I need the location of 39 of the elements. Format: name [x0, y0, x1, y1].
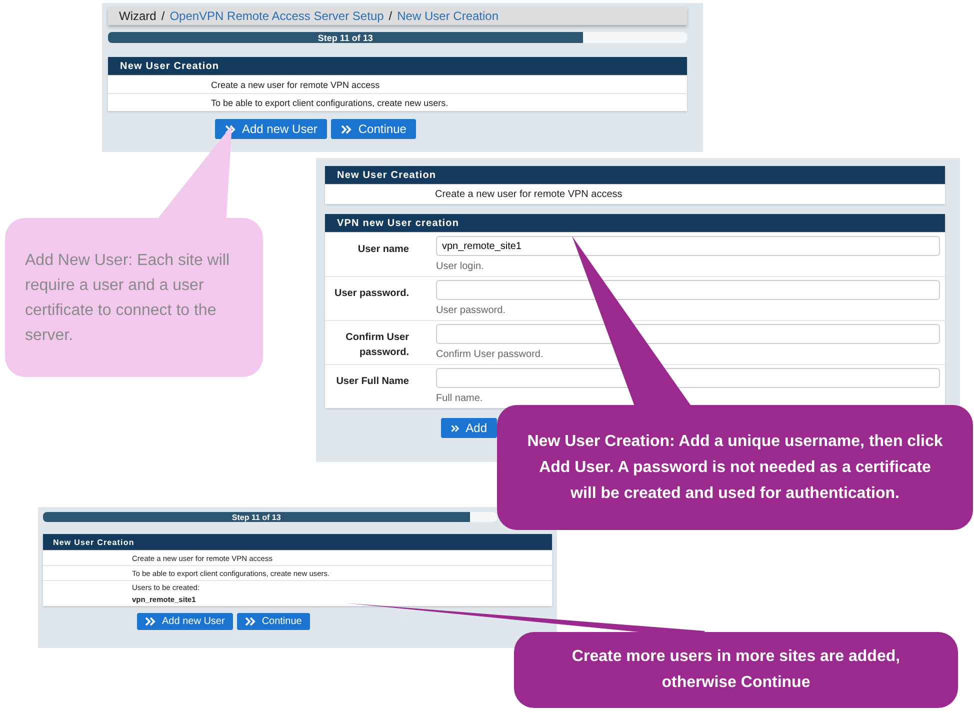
wizard-button[interactable]: Continue [331, 119, 416, 139]
field-label: User name [356, 243, 409, 257]
text-field[interactable]: vpn_remote_site1 [436, 236, 940, 256]
field-hint: User password. [436, 305, 506, 316]
add-user-button[interactable]: Add [441, 418, 497, 438]
callout-text: Add New User: Each site will require a user and a user certificate to connect to the server. [25, 250, 231, 346]
progress-label: Step 11 of 13 [232, 512, 281, 522]
text-field[interactable] [436, 280, 940, 300]
row-text: To be able to export client configurations, create new users. [211, 98, 448, 108]
field-label: Confirm User password. [344, 331, 409, 360]
breadcrumb-separator: / [161, 9, 165, 23]
row-text: Create a new user for remote VPN access [435, 189, 622, 200]
text-field[interactable] [436, 324, 940, 344]
double-chevron-icon [225, 124, 236, 134]
section-header: New User Creation [43, 534, 552, 550]
text-field[interactable] [436, 368, 940, 388]
row-text: Create a new user for remote VPN access [211, 80, 380, 90]
field-hint: User login. [436, 261, 485, 272]
field-hint: Confirm User password. [436, 349, 544, 360]
double-chevron-icon [244, 617, 256, 626]
section-header: New User Creation [325, 166, 945, 184]
callout-text: Create more users in more sites are added, otherwise Continue [570, 647, 902, 693]
breadcrumb-item: Wizard [119, 9, 156, 23]
double-chevron-icon [145, 617, 156, 626]
section-header: VPN new User creation [325, 214, 945, 232]
field-hint: Full name. [436, 393, 484, 404]
double-chevron-icon [341, 124, 352, 134]
wizard-button[interactable]: Continue [236, 613, 310, 630]
field-label: User password. [334, 287, 409, 301]
section-header: New User Creation [108, 57, 687, 75]
breadcrumb-item[interactable]: OpenVPN Remote Access Server Setup [170, 9, 384, 23]
wizard-button[interactable]: Add new User [215, 119, 328, 139]
callout-text: New User Creation: Add a unique username, then click Add User. A password is not needed as a certificate will be created and used for authentication. [527, 432, 943, 504]
breadcrumb-item[interactable]: New User Creation [397, 9, 499, 23]
field-label: User Full Name [335, 375, 409, 389]
wizard-button[interactable]: Add new User [137, 613, 233, 630]
breadcrumb-separator: / [388, 9, 392, 23]
double-chevron-icon [451, 424, 460, 432]
progress-label: Step 11 of 13 [318, 32, 373, 42]
